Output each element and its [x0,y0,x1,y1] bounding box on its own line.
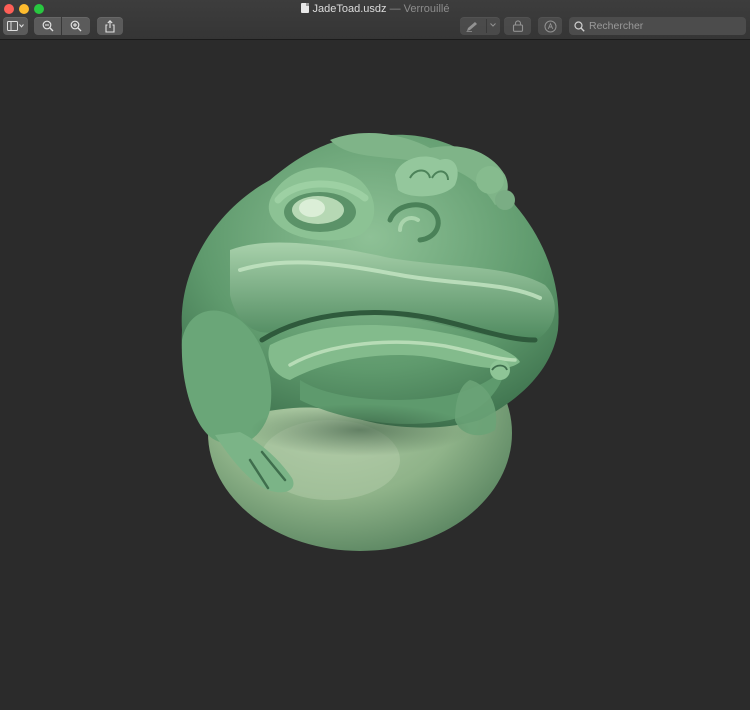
share-icon [105,19,115,33]
markup-button[interactable] [460,17,500,35]
quicklook-window: JadeToad.usdz — Verrouillé [0,0,750,710]
window-title: JadeToad.usdz — Verrouillé [0,2,750,16]
zoom-in-icon [70,20,82,32]
jade-toad-model[interactable] [0,40,750,710]
window-title-separator: — [389,3,401,15]
share-button[interactable] [97,17,123,35]
search-icon [574,20,585,32]
pen-markup-icon [466,21,477,32]
window-title-status: Verrouillé [403,3,450,15]
chevron-down-icon[interactable] [489,21,497,29]
lock-icon [512,20,523,32]
zoom-out-icon [42,20,53,32]
lock-button[interactable] [504,17,531,35]
title-bar[interactable]: JadeToad.usdz — Verrouillé [0,0,750,40]
search-field[interactable] [569,17,746,35]
window-title-filename: JadeToad.usdz [312,3,387,15]
3d-model-viewport[interactable] [0,40,750,710]
file-icon [300,3,309,13]
markup-divider [486,19,487,33]
zoom-out-button[interactable] [34,17,61,35]
zoom-in-button[interactable] [62,17,90,35]
sidebar-toggle-icon [6,21,24,31]
annotate-circle-icon [544,20,556,32]
annotate-button[interactable] [538,17,562,35]
sidebar-toggle-button[interactable] [3,17,28,35]
search-input[interactable] [589,20,739,32]
